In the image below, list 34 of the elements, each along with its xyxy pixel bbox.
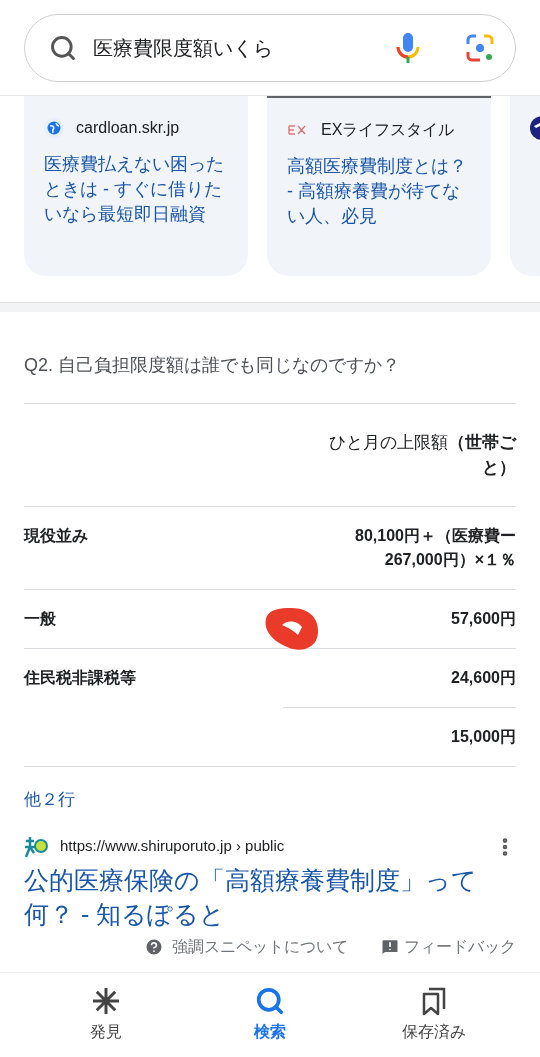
result-title[interactable]: 公的医療保険の「高額療養費制度」って何？ - 知るぽると [24,862,516,931]
card-title[interactable]: 医療費払えない困ったときは - すぐに借りたいなら最短即日融資 [44,152,228,227]
card-source: EXライフスタイル [321,120,455,140]
table-cell-text: 80,100円＋（医療費ー267,000円）×１％ [354,526,516,570]
table-cell: 一般 [24,610,56,627]
table-cell-text: 57,600円 [450,609,516,629]
search-icon [255,986,285,1016]
microphone-icon[interactable] [395,31,421,64]
table-cell: 現役並み [24,527,88,544]
asterisk-icon [91,986,121,1016]
camera-search-icon[interactable] [465,32,495,63]
snippet-question: Q2. 自己負担限度額は誰でも同じなのですか？ [24,354,401,377]
feedback-link[interactable]: フィードバック [404,934,516,959]
table-cell-text: 15,000円 [450,727,516,747]
result-card[interactable]: cardloan.skr.jp 医療費払えない困ったときは - すぐに借りたいなら最短即日融資 [24,96,248,276]
nav-tab[interactable]: 発見 [46,986,166,1044]
card-source: cardloan.skr.jp [76,118,180,138]
globe-icon [44,118,64,138]
help-icon [144,936,164,957]
about-link[interactable]: 強調スニペットについて [172,934,348,959]
bookmarks-icon [421,986,447,1016]
card-title[interactable]: 高額医療費制度とは？ - 高額療養費が待てない人、必見 [287,154,471,229]
result-card[interactable]: EXライフスタイル 高額医療費制度とは？ - 高額療養費が待てない人、必見 [267,96,491,276]
table-cell: 住民税非課税等 [24,669,136,686]
logo-icon [530,116,540,140]
table-cell-text: 24,600円 [450,668,516,688]
search-query: 医療費限度額いくら [93,35,274,61]
result-url: https://www.shiruporuto.jp › public [60,836,286,857]
site-logo-icon [24,834,48,859]
nav-tab[interactable]: 保存済み [374,986,494,1044]
nav-tab[interactable]: 検索 [210,986,330,1044]
search-icon [49,33,77,62]
more-rows-link[interactable]: 他２行 [24,790,75,809]
table-header: ひと月の上限額（世帯ごと） [328,432,516,479]
